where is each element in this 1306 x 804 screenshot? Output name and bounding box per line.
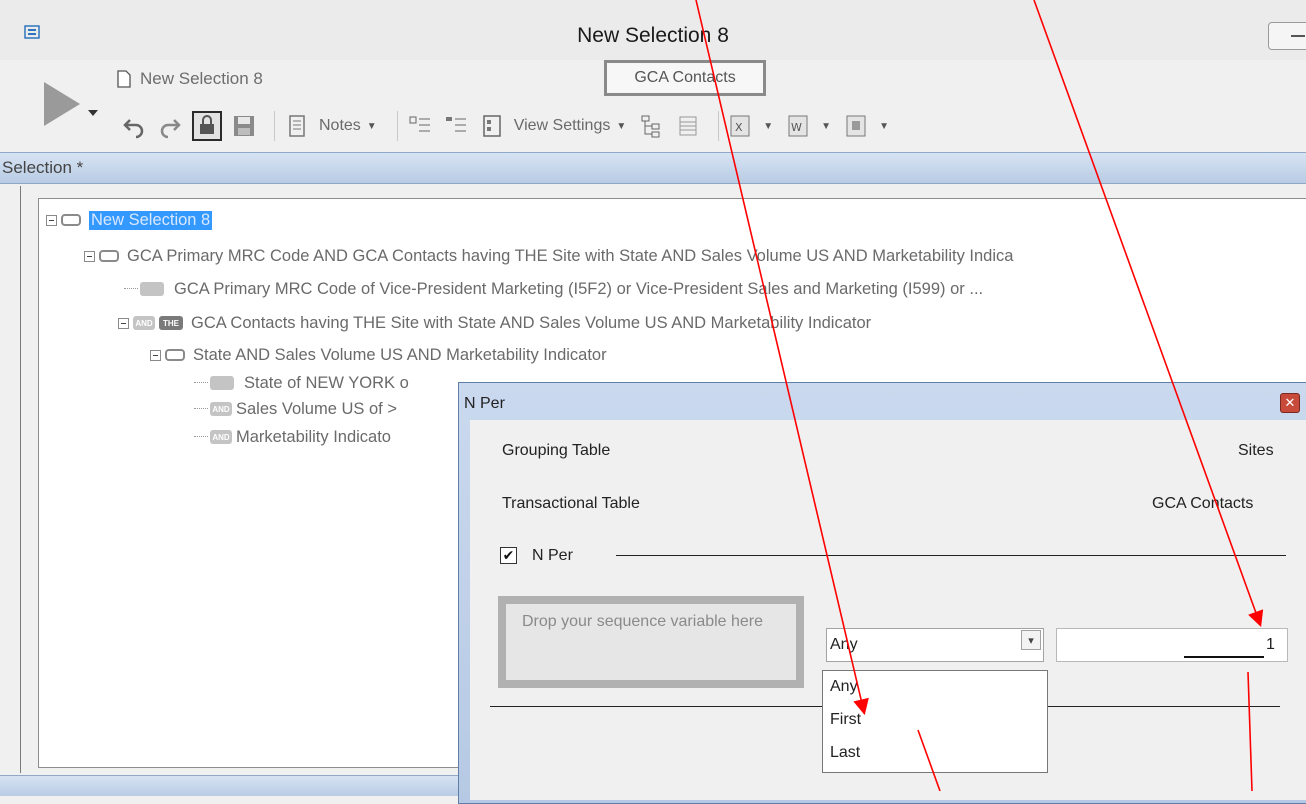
hierarchy-icon[interactable] (638, 112, 666, 140)
chevron-down-icon[interactable]: ▾ (1021, 630, 1041, 650)
tree-node[interactable]: AND THE GCA Contacts having THE Site wit… (118, 310, 871, 336)
criteria-node-icon (140, 282, 164, 296)
document-name-row: New Selection 8 (116, 66, 263, 92)
redo-icon[interactable] (156, 112, 184, 140)
toolbar-separator (718, 111, 720, 141)
toolbar-separator (396, 111, 398, 141)
tree-node[interactable]: AND Sales Volume US of > (194, 396, 397, 422)
nper-checkbox[interactable]: ✔ (500, 547, 517, 564)
close-icon[interactable]: ✕ (1280, 393, 1300, 413)
chevron-down-icon[interactable]: ▼ (616, 121, 626, 132)
add-node-icon[interactable] (406, 112, 434, 140)
notes-icon[interactable] (283, 112, 311, 140)
view-settings-menu[interactable]: View Settings (514, 117, 611, 135)
save-icon[interactable] (230, 112, 258, 140)
document-name[interactable]: New Selection 8 (140, 69, 263, 89)
tree-connector (194, 408, 208, 410)
tree-node[interactable]: State AND Sales Volume US AND Marketabil… (150, 342, 607, 368)
chevron-down-icon[interactable]: ▼ (879, 121, 889, 132)
and-tag: AND (133, 316, 155, 330)
collapse-icon[interactable] (46, 214, 57, 226)
remove-node-icon[interactable] (442, 112, 470, 140)
nper-checkbox-label[interactable]: N Per (532, 547, 573, 565)
collapse-icon[interactable] (118, 317, 129, 329)
tree-connector (124, 288, 138, 290)
criteria-node-icon (210, 376, 234, 390)
svg-text:X: X (735, 121, 743, 134)
document-icon (117, 70, 131, 88)
sequence-select-value[interactable]: Any (830, 636, 858, 654)
minimize-button[interactable] (1268, 22, 1306, 50)
window-title: New Selection 8 (577, 24, 729, 47)
chevron-down-icon[interactable]: ▼ (367, 121, 377, 132)
lock-button[interactable] (192, 111, 222, 141)
sequence-drop-placeholder: Drop your sequence variable here (522, 613, 764, 630)
count-underline (1184, 656, 1264, 658)
tree-node-label[interactable]: Marketability Indicato (236, 428, 391, 447)
notes-menu[interactable]: Notes (319, 117, 361, 135)
group-node-icon (165, 349, 185, 361)
chevron-down-icon[interactable]: ▼ (821, 121, 831, 132)
selection-pane-header (0, 152, 1306, 184)
chevron-down-icon[interactable]: ▼ (763, 121, 773, 132)
group-node-icon (61, 214, 81, 226)
collapse-icon[interactable] (84, 250, 95, 262)
dropdown-option-any[interactable]: Any (830, 678, 858, 696)
dialog-title: N Per (464, 395, 505, 412)
tree-connector (194, 382, 208, 384)
tree-node[interactable]: AND Marketability Indicato (194, 424, 391, 450)
and-tag: AND (210, 430, 232, 444)
dropdown-option-last[interactable]: Last (830, 744, 860, 762)
grouping-table-value: Sites (1238, 442, 1274, 459)
undo-icon[interactable] (120, 112, 148, 140)
tree-node-label[interactable]: State AND Sales Volume US AND Marketabil… (193, 346, 607, 365)
group-node-icon (99, 250, 119, 262)
table-chip[interactable]: GCA Contacts (604, 60, 766, 96)
tree-node[interactable]: GCA Primary MRC Code AND GCA Contacts ha… (84, 243, 1013, 269)
section-divider (616, 555, 1286, 556)
view-icon[interactable] (478, 112, 506, 140)
sequence-select[interactable] (826, 628, 1044, 662)
svg-text:W: W (791, 121, 802, 134)
export-excel-icon[interactable]: X (727, 112, 755, 140)
selection-pane-title: Selection * (2, 158, 84, 177)
tree-node-label[interactable]: New Selection 8 (89, 210, 213, 230)
tree-node-label[interactable]: GCA Contacts having THE Site with State … (191, 314, 871, 333)
tree-connector (194, 436, 208, 438)
count-input-value[interactable]: 1 (1266, 636, 1275, 654)
tree-node-label[interactable]: GCA Primary MRC Code AND GCA Contacts ha… (127, 247, 1013, 266)
tree-node-label[interactable]: GCA Primary MRC Code of Vice-President M… (174, 280, 983, 299)
run-button[interactable] (36, 76, 100, 132)
collapse-icon[interactable] (150, 349, 161, 361)
toolbar: Notes ▼ View Settings ▼ X ▼ W ▼ ▼ (120, 108, 901, 144)
tree-node[interactable]: GCA Primary MRC Code of Vice-President M… (124, 276, 983, 302)
toolbar-separator (274, 111, 275, 141)
and-tag: AND (210, 402, 232, 416)
the-tag: THE (159, 316, 183, 330)
transactional-table-label: Transactional Table (502, 495, 640, 512)
grouping-table-label: Grouping Table (502, 442, 611, 459)
grid-icon[interactable] (674, 112, 702, 140)
transactional-table-value: GCA Contacts (1152, 495, 1254, 512)
tree-node[interactable]: State of NEW YORK o (194, 370, 409, 396)
tree-node-root[interactable]: New Selection 8 (46, 207, 213, 233)
tree-node-label[interactable]: Sales Volume US of > (236, 400, 397, 419)
tree-node-label[interactable]: State of NEW YORK o (244, 374, 409, 393)
lock-icon (200, 115, 214, 134)
export-icon[interactable] (843, 112, 871, 140)
export-word-icon[interactable]: W (785, 112, 813, 140)
dropdown-option-first[interactable]: First (830, 711, 861, 729)
